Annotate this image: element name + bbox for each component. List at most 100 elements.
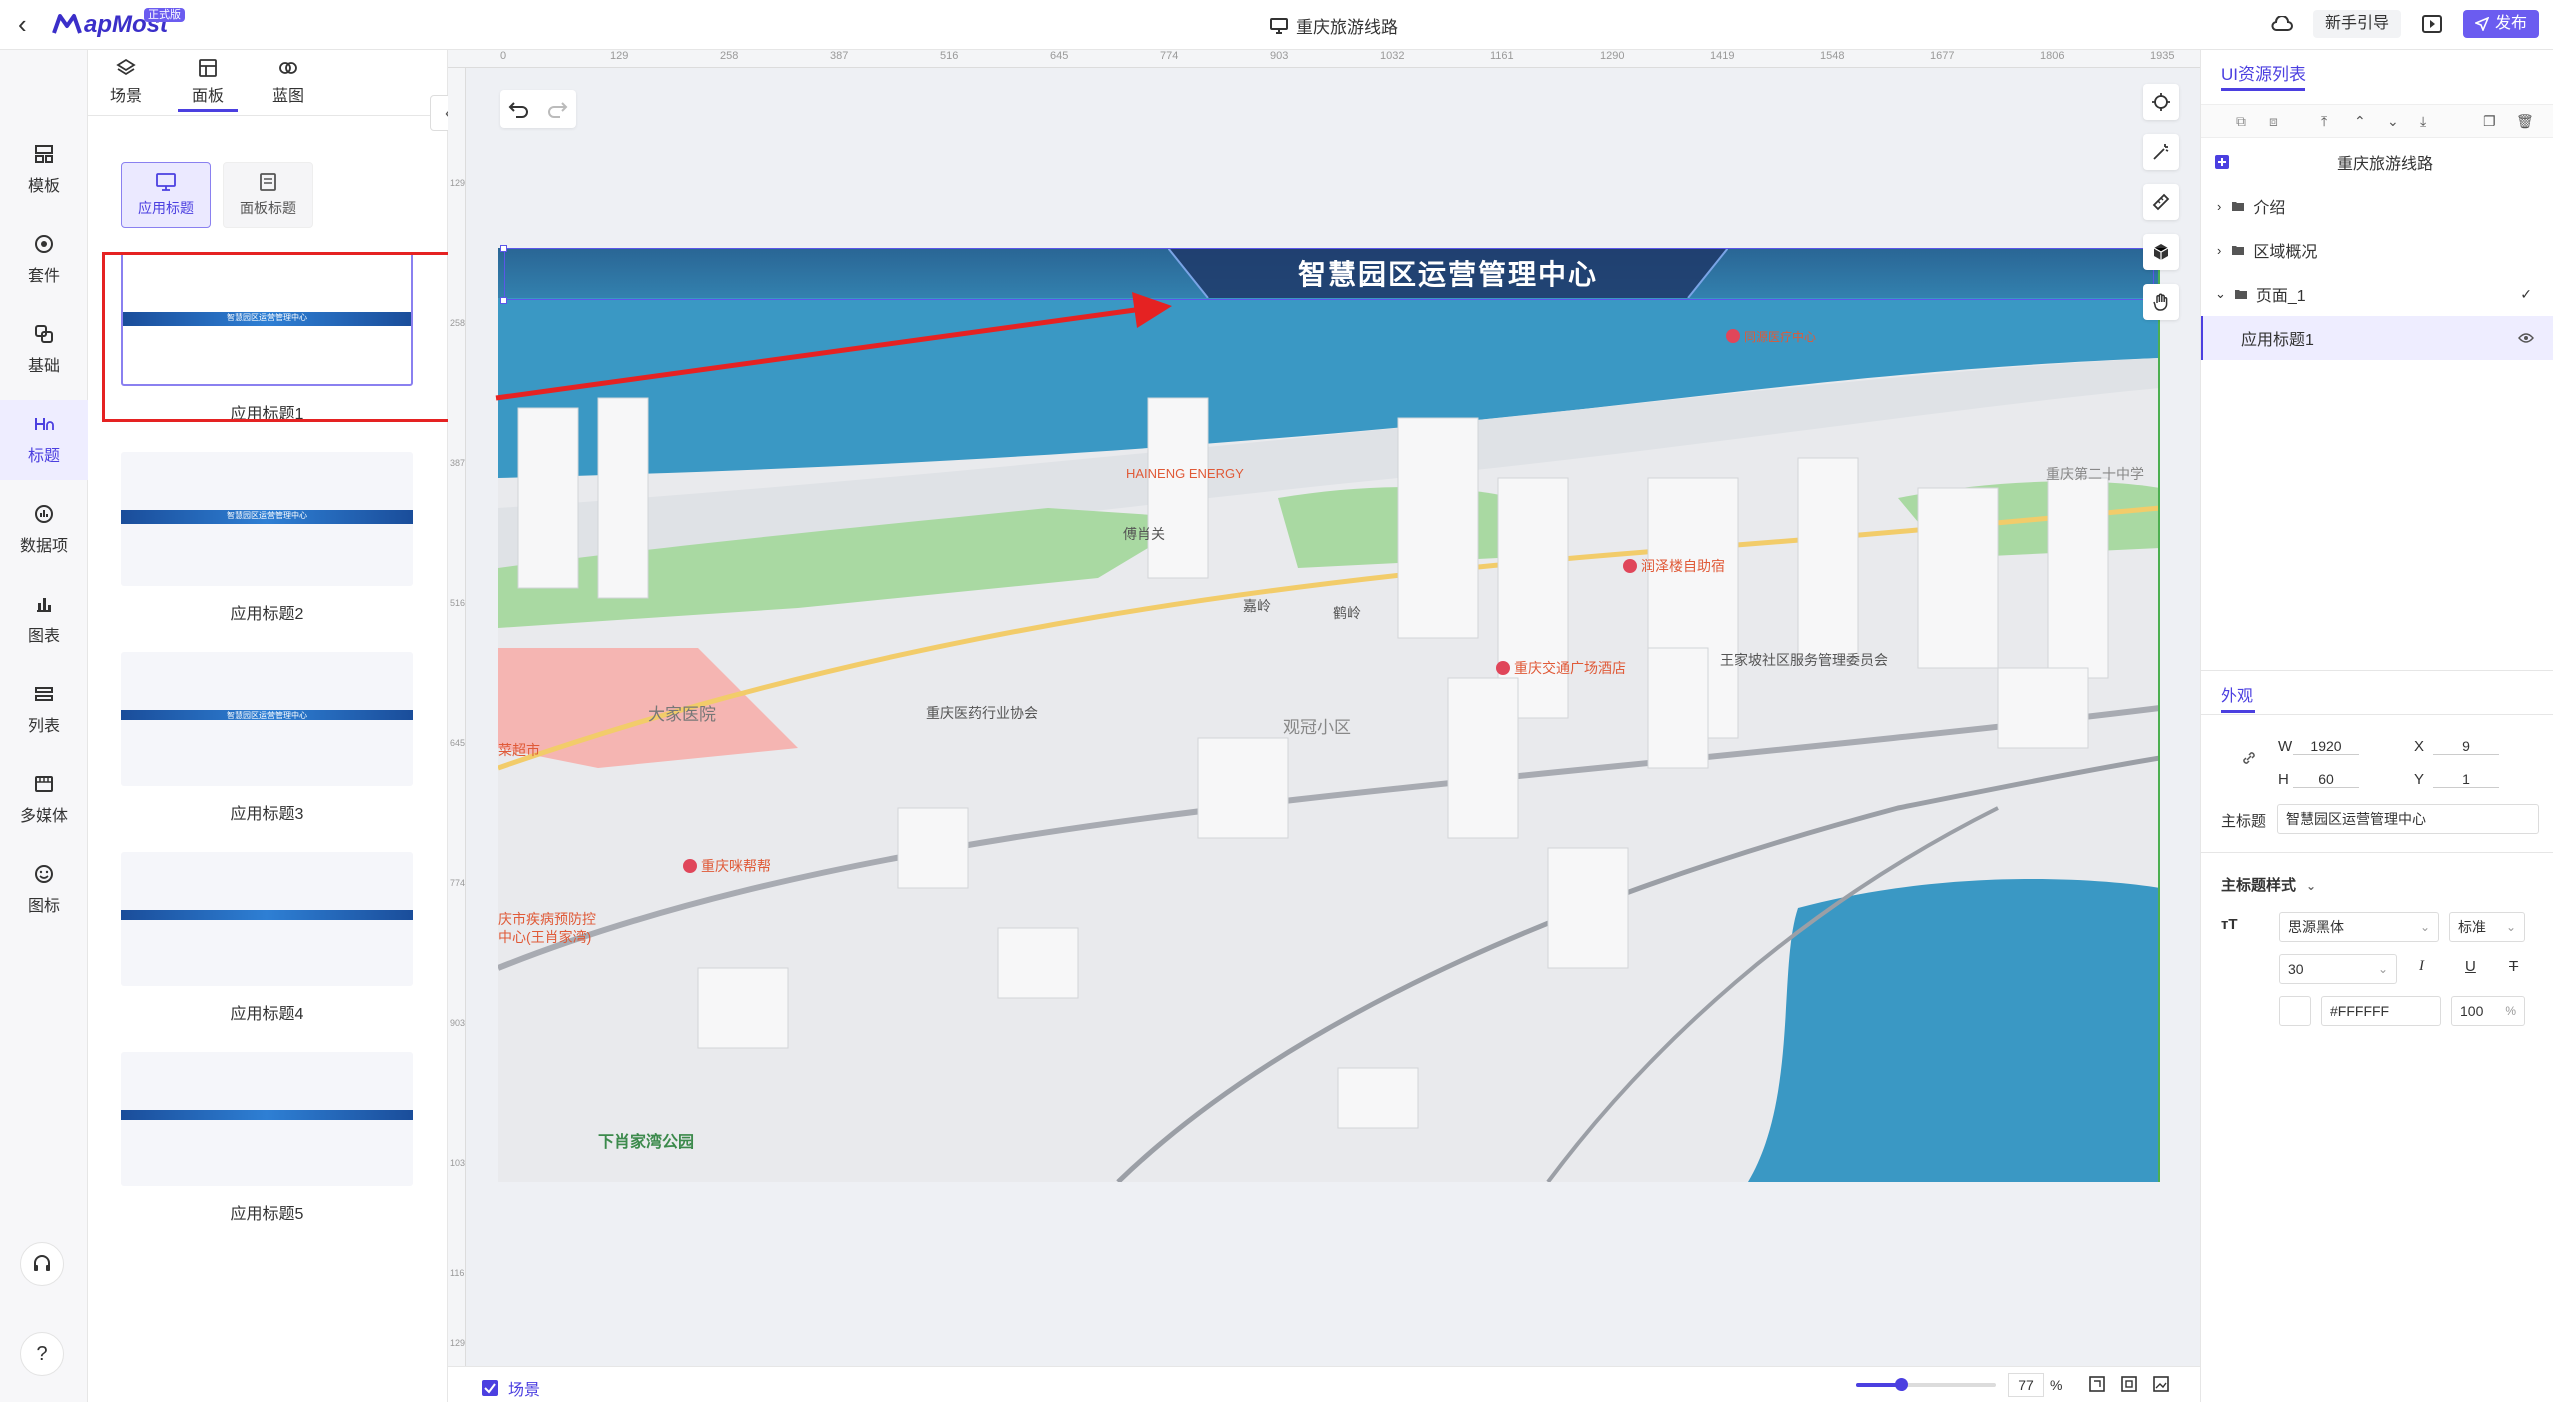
- checkbox-checked-icon[interactable]: [482, 1380, 498, 1396]
- back-arrow-icon[interactable]: ‹: [18, 11, 40, 38]
- template-card-4[interactable]: [121, 852, 413, 986]
- tree-folder-page[interactable]: ⌄ 页面_1 ✓: [2201, 272, 2553, 316]
- delete-icon[interactable]: 🗑: [2516, 113, 2534, 130]
- rail-item-data[interactable]: 数据项: [0, 490, 88, 570]
- redo-icon[interactable]: [546, 100, 568, 118]
- tab-panel[interactable]: 面板: [178, 58, 238, 112]
- measure-tool[interactable]: [2143, 184, 2179, 220]
- poi-pin-icon: [1496, 661, 1510, 675]
- ruler-tick: 516: [450, 598, 466, 608]
- chevron-right-icon[interactable]: ›: [2217, 199, 2221, 214]
- copy-icon[interactable]: ❐: [2483, 113, 2496, 130]
- cloud-save-icon[interactable]: [2269, 11, 2295, 37]
- guide-button[interactable]: 新手引导: [2312, 10, 2401, 38]
- fullscreen-icon[interactable]: [2120, 1375, 2138, 1393]
- tree-item-app-title[interactable]: 应用标题1: [2201, 316, 2553, 360]
- main-title-input[interactable]: 智慧园区运营管理中心: [2277, 804, 2539, 834]
- magic-tool[interactable]: [2143, 134, 2179, 170]
- chip-panel-title[interactable]: 面板标题: [223, 162, 313, 228]
- zoom-unit: %: [2050, 1377, 2063, 1393]
- tree-root[interactable]: 重庆旅游线路: [2201, 140, 2553, 184]
- color-hex-input[interactable]: #FFFFFF: [2321, 996, 2441, 1026]
- undo-icon[interactable]: [508, 100, 530, 118]
- underline-icon[interactable]: U: [2465, 958, 2476, 975]
- rail-item-list[interactable]: 列表: [0, 670, 88, 750]
- font-family-select[interactable]: 思源黑体 ⌄: [2279, 912, 2439, 942]
- pan-tool[interactable]: [2143, 284, 2179, 320]
- help-button[interactable]: ?: [20, 1332, 64, 1376]
- chevron-right-icon[interactable]: ›: [2217, 243, 2221, 258]
- strikethrough-icon[interactable]: T: [2509, 958, 2518, 975]
- color-swatch[interactable]: [2279, 996, 2311, 1026]
- publish-button[interactable]: 发布: [2462, 10, 2539, 38]
- map-view[interactable]: 智慧园区运营管理中心 HAINENG ENERGY 傅肖关 润泽楼自助宿 嘉岭 …: [498, 248, 2160, 1182]
- resize-handle[interactable]: [500, 297, 507, 304]
- font-family-value: 思源黑体: [2288, 919, 2344, 935]
- zoom-slider[interactable]: [1856, 1378, 1996, 1391]
- font-size-select[interactable]: 30 ⌄: [2279, 954, 2397, 984]
- image-view-icon[interactable]: [2152, 1375, 2170, 1393]
- ruler-tick: 1548: [1820, 50, 1845, 62]
- height-input[interactable]: 60: [2293, 771, 2359, 788]
- template-card-2[interactable]: 智慧园区运营管理中心: [121, 452, 413, 586]
- eye-icon[interactable]: [2518, 332, 2534, 344]
- y-input[interactable]: 1: [2433, 771, 2499, 788]
- support-button[interactable]: [20, 1242, 64, 1286]
- move-down-icon[interactable]: ⌄: [2387, 113, 2399, 130]
- preview-play-icon[interactable]: [2419, 11, 2445, 37]
- fit-view-icon[interactable]: [2088, 1375, 2106, 1393]
- rail-label: 标题: [27, 448, 60, 465]
- add-square-icon[interactable]: [2215, 155, 2229, 169]
- rail-label: 列表: [27, 718, 60, 735]
- link-icon[interactable]: [2241, 750, 2257, 766]
- rail-item-icons[interactable]: 图标: [0, 850, 88, 930]
- poi-pin-icon: [1726, 329, 1740, 343]
- font-weight-select[interactable]: 标准 ⌄: [2449, 912, 2525, 942]
- tab-appearance[interactable]: 外观: [2221, 682, 2253, 706]
- move-top-icon[interactable]: ⤒: [2321, 113, 2327, 130]
- rail-item-media[interactable]: 多媒体: [0, 760, 88, 840]
- locate-tool[interactable]: [2143, 84, 2179, 120]
- tab-blueprint[interactable]: 蓝图: [258, 58, 318, 112]
- folder-icon: [2234, 290, 2247, 299]
- template-card-3[interactable]: 智慧园区运营管理中心: [121, 652, 413, 786]
- style-section-title[interactable]: 主标题样式 ⌄: [2221, 874, 2316, 895]
- chip-app-title[interactable]: 应用标题: [121, 162, 211, 228]
- rail-item-heading[interactable]: 标题: [0, 400, 88, 480]
- tab-scene[interactable]: 场景: [96, 58, 156, 112]
- rail-item-basic[interactable]: 基础: [0, 310, 88, 390]
- ruler-tick: 1290: [1600, 50, 1625, 62]
- ungroup-icon[interactable]: ⧈: [2269, 113, 2278, 130]
- zoom-input[interactable]: 77: [2008, 1373, 2044, 1397]
- rail-item-chart[interactable]: 图表: [0, 580, 88, 660]
- selection-box[interactable]: [504, 248, 2154, 300]
- divider: [2201, 852, 2553, 853]
- tree-folder-intro[interactable]: › 介绍: [2201, 184, 2553, 228]
- chevron-down-icon[interactable]: ⌄: [2215, 286, 2226, 302]
- model-tool[interactable]: [2143, 234, 2179, 270]
- rail-item-template[interactable]: 模板: [0, 130, 88, 210]
- document-title: 重庆旅游线路: [1270, 13, 1398, 38]
- x-input[interactable]: 9: [2433, 738, 2499, 755]
- banner-preview: [121, 1110, 413, 1120]
- tree-folder-region[interactable]: › 区域概况: [2201, 228, 2553, 272]
- scene-toggle[interactable]: 场景: [482, 1376, 540, 1400]
- opacity-input[interactable]: 100%: [2451, 996, 2525, 1026]
- rail-item-kit[interactable]: 套件: [0, 220, 88, 300]
- logo-m-icon: [52, 14, 82, 34]
- guide-line: [2158, 248, 2160, 1182]
- move-bottom-icon[interactable]: ⤓: [2420, 113, 2426, 130]
- ruler-tick: 387: [830, 50, 849, 62]
- map-label: 同源医疗中心: [1726, 328, 1816, 345]
- group-icon[interactable]: ⧉: [2236, 113, 2246, 130]
- italic-icon[interactable]: I: [2419, 958, 2424, 975]
- zoom-slider-thumb[interactable]: [1895, 1378, 1908, 1391]
- move-up-icon[interactable]: ⌃: [2354, 113, 2366, 130]
- resize-handle[interactable]: [500, 245, 507, 252]
- style-section-label: 主标题样式: [2221, 877, 2297, 894]
- cube-icon: [2153, 244, 2169, 260]
- template-card-5[interactable]: [121, 1052, 413, 1186]
- banner-preview: [121, 910, 413, 920]
- width-input[interactable]: 1920: [2293, 738, 2359, 755]
- ui-resource-list-header[interactable]: UI资源列表: [2221, 60, 2306, 85]
